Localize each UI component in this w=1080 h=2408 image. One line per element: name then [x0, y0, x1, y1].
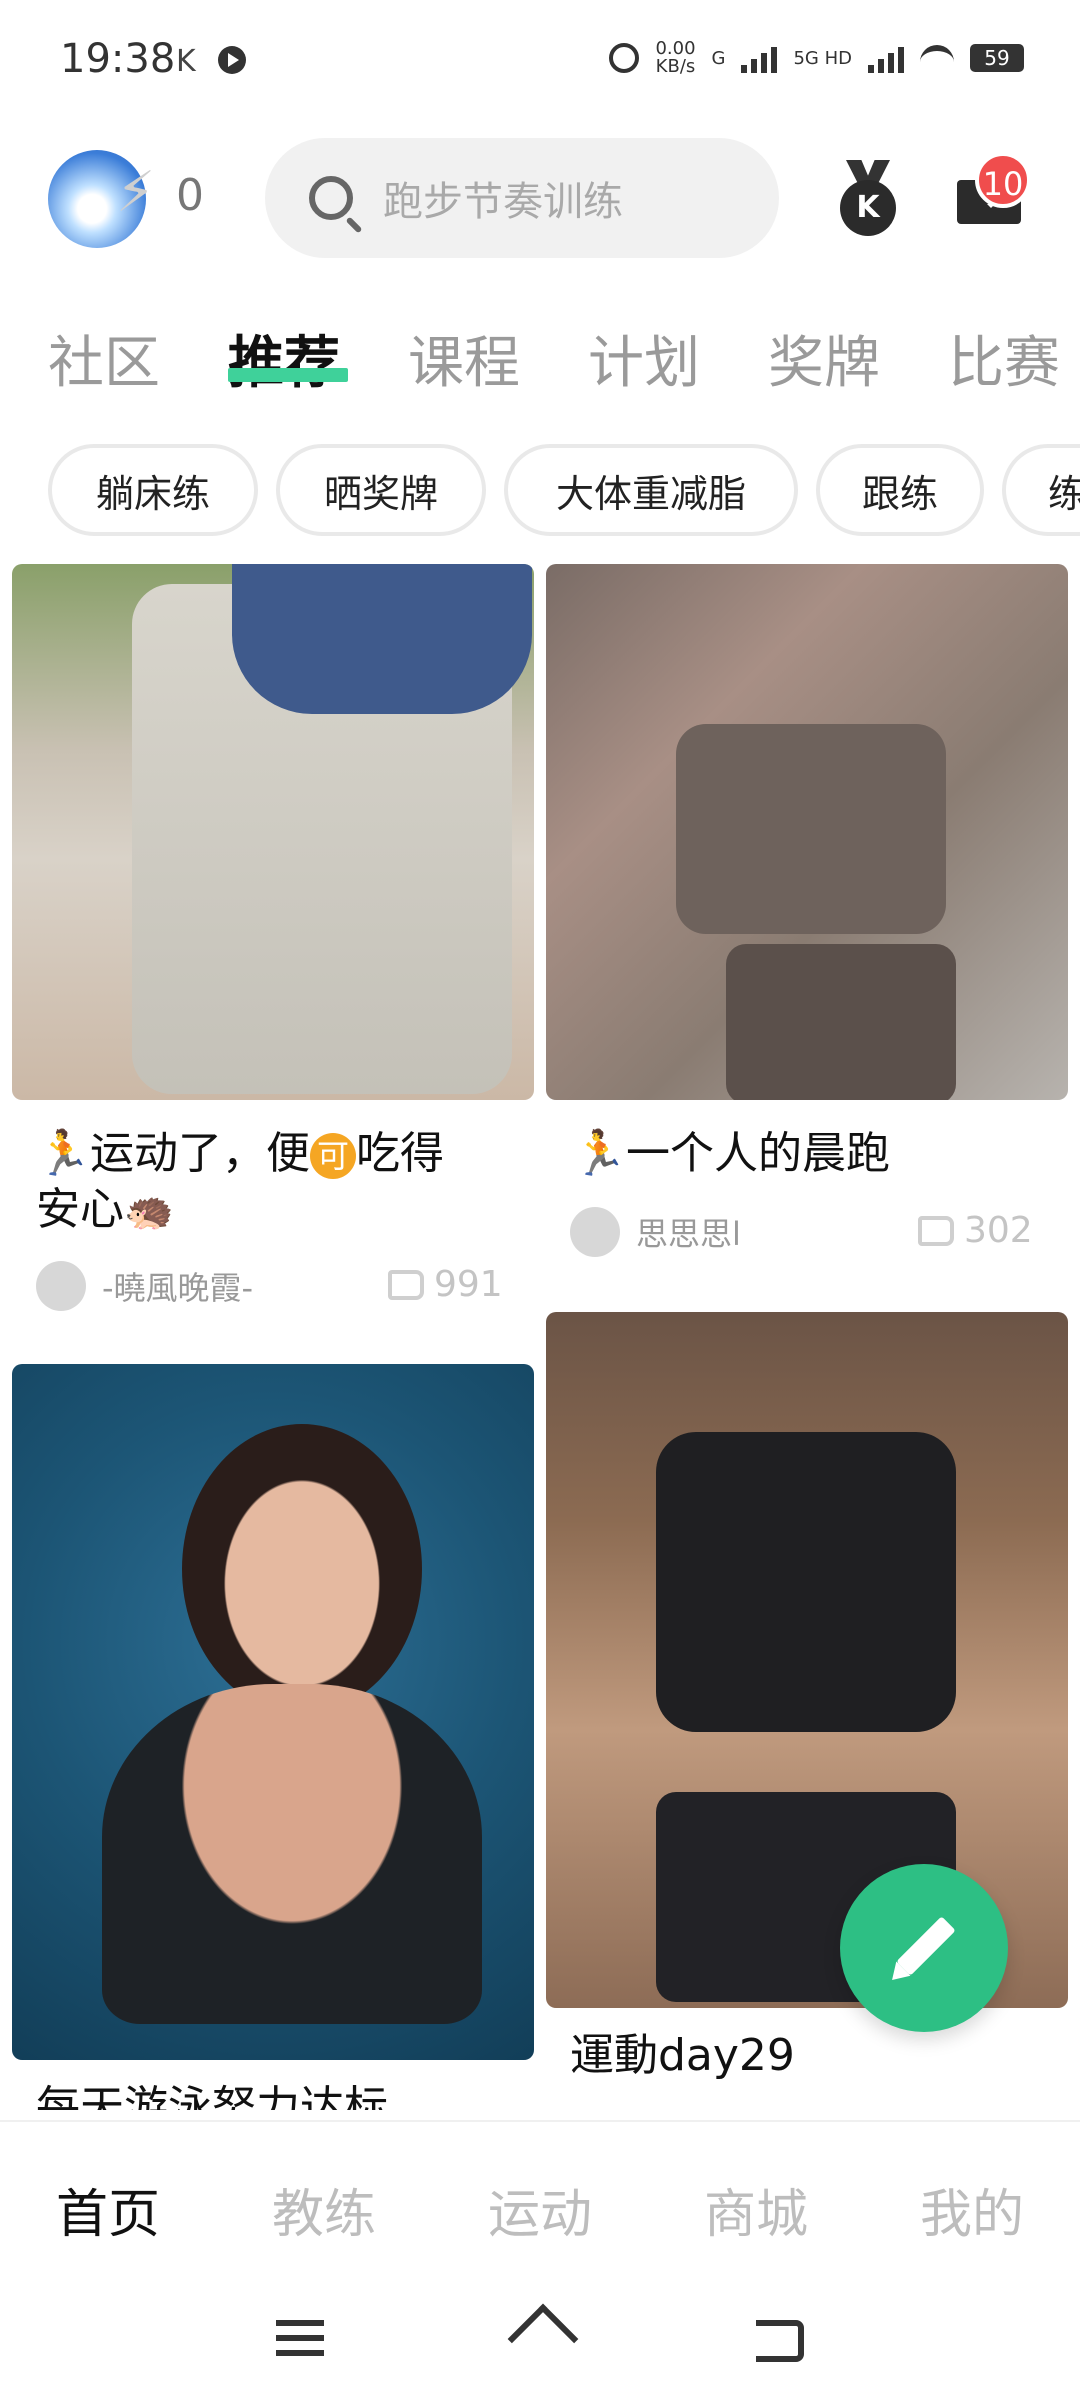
post-author-row[interactable]: -曉風晚霞- — [36, 1258, 253, 1314]
signal-icon — [741, 43, 778, 73]
search-icon — [309, 176, 353, 220]
nav-sport[interactable]: 运动 — [488, 2172, 592, 2247]
post-title-part-b: 吃得 — [356, 1128, 444, 1179]
chip-follow-along[interactable]: 跟练 — [816, 444, 984, 536]
topic-chips: 躺床练 晒奖牌 大体重减脂 跟练 练 — [0, 440, 1080, 540]
author-avatar — [570, 1207, 620, 1257]
battery-icon: 59 — [970, 44, 1024, 72]
medal-icon[interactable]: K — [840, 160, 896, 236]
post-title[interactable]: 運動day29 — [570, 2028, 1050, 2084]
net-speed: 0.00 KB/s — [655, 40, 695, 76]
post-title[interactable]: 每天游泳努力达标 — [36, 2080, 526, 2110]
post-title-emoji: 🦔 — [124, 1188, 174, 1234]
nav-mall[interactable]: 商城 — [704, 2172, 808, 2247]
tab-competitions[interactable]: 比赛 — [948, 318, 1060, 399]
create-post-button[interactable] — [840, 1864, 1008, 2032]
post-title-part-a: 运动了，便 — [90, 1128, 310, 1179]
pencil-icon — [896, 1916, 956, 1976]
run-icon: 🏃 — [572, 1128, 627, 1179]
alarm-icon — [609, 43, 640, 73]
network-g-label: G — [711, 47, 726, 69]
status-time: 19:38 — [60, 36, 176, 82]
post-title-coin: 可 — [310, 1133, 356, 1179]
chip-partial[interactable]: 练 — [1002, 444, 1080, 536]
network-5g-label: 5G HD — [793, 47, 852, 69]
search-bar[interactable]: 跑步节奏训练 — [265, 138, 779, 258]
bottom-nav: 首页 教练 运动 商城 我的 — [0, 2120, 1080, 2280]
active-tab-underline — [228, 368, 348, 382]
back-icon[interactable] — [756, 2320, 804, 2362]
menu-icon[interactable] — [276, 2320, 324, 2356]
energy-count: 0 — [176, 170, 204, 221]
nav-me[interactable]: 我的 — [920, 2172, 1024, 2247]
post-image[interactable] — [12, 1364, 534, 2060]
post-likes[interactable]: 302 — [918, 1210, 1033, 1251]
tab-plans[interactable]: 计划 — [588, 318, 700, 399]
post-title[interactable]: 🏃 运动了，便可吃得 安心🦔 — [36, 1126, 526, 1239]
home-icon[interactable] — [512, 2310, 568, 2362]
search-placeholder: 跑步节奏训练 — [383, 179, 623, 225]
tab-recommend[interactable]: 推荐 — [228, 318, 340, 399]
chip-show-medals[interactable]: 晒奖牌 — [276, 444, 486, 536]
post-like-count: 302 — [964, 1210, 1033, 1251]
megaphone-like-icon — [918, 1215, 954, 1246]
megaphone-like-icon — [388, 1269, 424, 1300]
status-k-indicator: K — [176, 44, 196, 79]
status-right-group: 0.00 KB/s G 5G HD 59 — [609, 40, 1024, 76]
post-image[interactable] — [546, 564, 1068, 1100]
run-icon: 🏃 — [36, 1128, 91, 1179]
chip-bed-training[interactable]: 躺床练 — [48, 444, 258, 536]
post-author: -曉風晚霞- — [102, 1269, 254, 1307]
play-icon — [218, 46, 246, 74]
wifi-icon — [920, 45, 954, 71]
tab-courses[interactable]: 课程 — [408, 318, 520, 399]
message-badge: 10 — [975, 152, 1031, 208]
system-nav-bar — [0, 2280, 1080, 2408]
tab-medals[interactable]: 奖牌 — [768, 318, 880, 399]
post-like-count: 991 — [434, 1264, 503, 1305]
signal-5g-icon — [868, 43, 904, 73]
net-speed-unit: KB/s — [655, 56, 696, 77]
post-author: 思思思l — [636, 1215, 741, 1253]
post-author-row[interactable]: 思思思l — [570, 1204, 741, 1260]
post-title[interactable]: 🏃 一个人的晨跑 — [572, 1126, 1052, 1182]
post-title-line2: 安心 — [36, 1184, 124, 1235]
post-title-text: 一个人的晨跑 — [626, 1128, 890, 1179]
nav-coach[interactable]: 教练 — [272, 2172, 376, 2247]
nav-home[interactable]: 首页 — [56, 2172, 160, 2247]
medal-k-glyph: K — [840, 180, 896, 236]
post-likes[interactable]: 991 — [388, 1264, 503, 1305]
post-image[interactable] — [12, 564, 534, 1100]
chip-heavy-fat-loss[interactable]: 大体重减脂 — [504, 444, 798, 536]
status-bar: 19:38 K 0.00 KB/s G 5G HD 59 — [0, 0, 1080, 128]
tab-community[interactable]: 社区 — [48, 318, 160, 399]
energy-bolt-icon: ⚡ — [116, 160, 156, 225]
author-avatar — [36, 1261, 86, 1311]
top-tabs: 社区 推荐 课程 计划 奖牌 比赛 — [0, 300, 1080, 410]
